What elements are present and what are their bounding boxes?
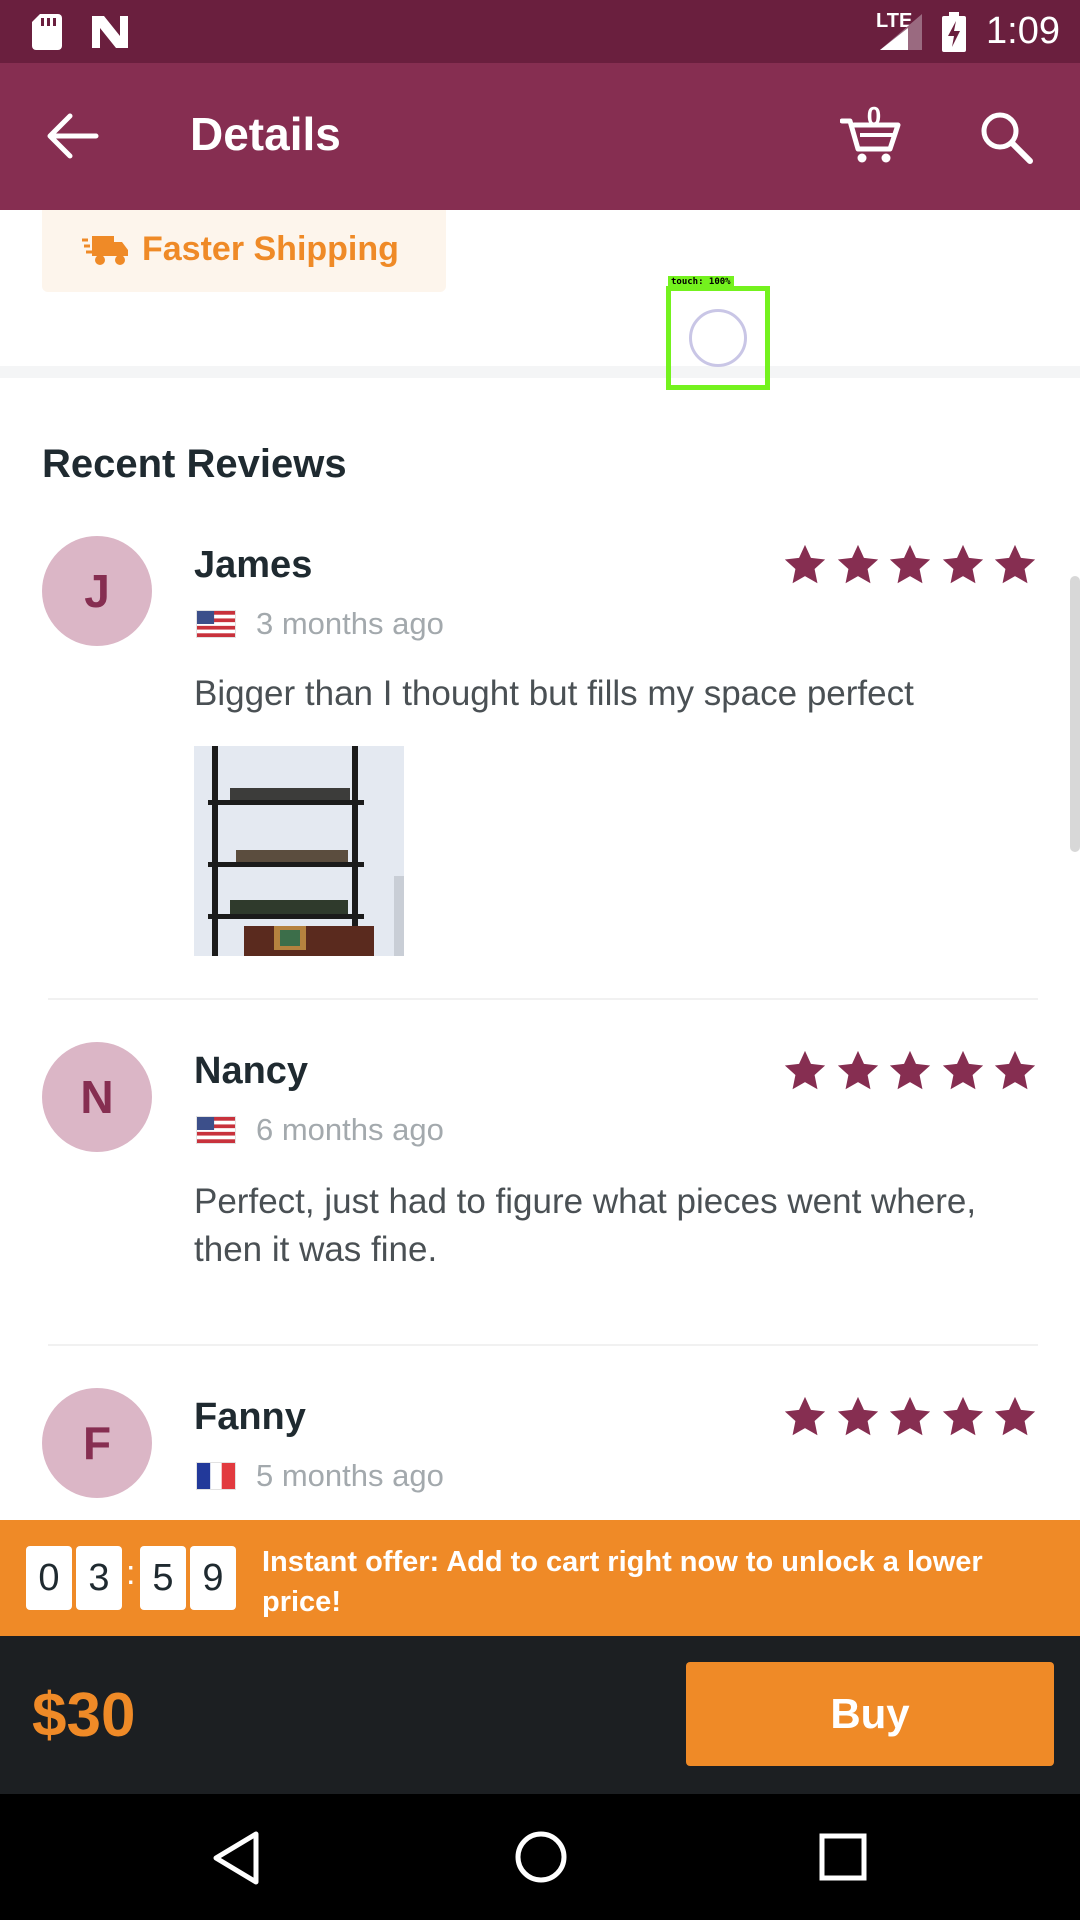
- timer-separator: :: [126, 1554, 136, 1592]
- battery-charging-icon: [942, 12, 966, 52]
- star-icon: [784, 1050, 826, 1090]
- faster-shipping-badge: Faster Shipping: [42, 210, 446, 292]
- reviewer-name: Nancy: [194, 1050, 309, 1092]
- review-text: Bigger than I thought but fills my space…: [194, 674, 914, 713]
- reviewer-name: Fanny: [194, 1396, 306, 1438]
- fr-flag-icon: [196, 1462, 236, 1490]
- star-icon: [837, 1050, 878, 1090]
- signal-icon: [880, 14, 922, 50]
- page-title: Details: [190, 108, 341, 160]
- price: $30: [32, 1681, 136, 1750]
- truck-icon: [82, 236, 128, 265]
- section-divider: [0, 366, 1080, 378]
- nav-recents-icon[interactable]: [818, 1832, 868, 1882]
- star-rating: [782, 1394, 1038, 1440]
- shelf-photo-icon: [194, 746, 404, 956]
- app-bar: Details 0: [0, 63, 1080, 210]
- system-navigation-bar: [0, 1794, 1080, 1920]
- star-icon: [784, 544, 826, 584]
- timer-digit: 3: [76, 1546, 122, 1610]
- timer-digit: 9: [190, 1546, 236, 1610]
- review-photo[interactable]: [194, 746, 404, 956]
- touch-indicator: [666, 286, 770, 390]
- nav-back-icon[interactable]: [210, 1830, 262, 1886]
- star-icon: [942, 1050, 983, 1090]
- star-icon: [994, 1050, 1036, 1090]
- us-flag-icon: [196, 610, 236, 638]
- instant-offer-banner[interactable]: 0 3 : 5 9 Instant offer: Add to cart rig…: [0, 1520, 1080, 1636]
- recent-reviews-title: Recent Reviews: [42, 442, 347, 486]
- sd-card-icon: [32, 14, 62, 50]
- status-bar: LTE 1:09: [0, 0, 1080, 63]
- star-icon: [784, 1396, 826, 1436]
- star-rating: [782, 542, 1038, 588]
- buy-button[interactable]: Buy: [686, 1662, 1054, 1766]
- star-icon: [889, 544, 931, 584]
- search-icon[interactable]: [978, 109, 1034, 165]
- review-divider: [48, 1344, 1038, 1346]
- review-date: 5 months ago: [256, 1458, 444, 1493]
- avatar: N: [42, 1042, 152, 1152]
- nav-home-icon[interactable]: [514, 1830, 568, 1884]
- review-date: 3 months ago: [256, 606, 444, 641]
- avatar: F: [42, 1388, 152, 1498]
- avatar: J: [42, 536, 152, 646]
- star-icon: [837, 544, 878, 584]
- star-rating: [782, 1048, 1038, 1094]
- star-icon: [837, 1396, 878, 1436]
- timer-digit: 5: [140, 1546, 186, 1610]
- us-flag-icon: [196, 1116, 236, 1144]
- star-icon: [994, 544, 1036, 584]
- review-divider: [48, 998, 1038, 1000]
- clock: 1:09: [986, 10, 1060, 52]
- review-text: Perfect, just had to figure what pieces …: [194, 1182, 977, 1269]
- cart-count-badge: 0: [866, 101, 882, 131]
- star-icon: [889, 1050, 931, 1090]
- review-date: 6 months ago: [256, 1112, 444, 1147]
- scrollbar[interactable]: [1070, 576, 1080, 852]
- star-icon: [889, 1396, 931, 1436]
- back-arrow-icon[interactable]: [46, 111, 100, 161]
- touch-point-icon: [689, 309, 747, 367]
- reviewer-name: James: [194, 544, 313, 586]
- star-icon: [942, 1396, 983, 1436]
- offer-text: Instant offer: Add to cart right now to …: [262, 1546, 983, 1618]
- timer-digit: 0: [26, 1546, 72, 1610]
- n-logo-icon: [92, 16, 128, 48]
- purchase-bar: $30 Buy: [0, 1636, 1080, 1794]
- faster-shipping-label: Faster Shipping: [142, 230, 399, 268]
- star-icon: [994, 1396, 1036, 1436]
- star-icon: [942, 544, 983, 584]
